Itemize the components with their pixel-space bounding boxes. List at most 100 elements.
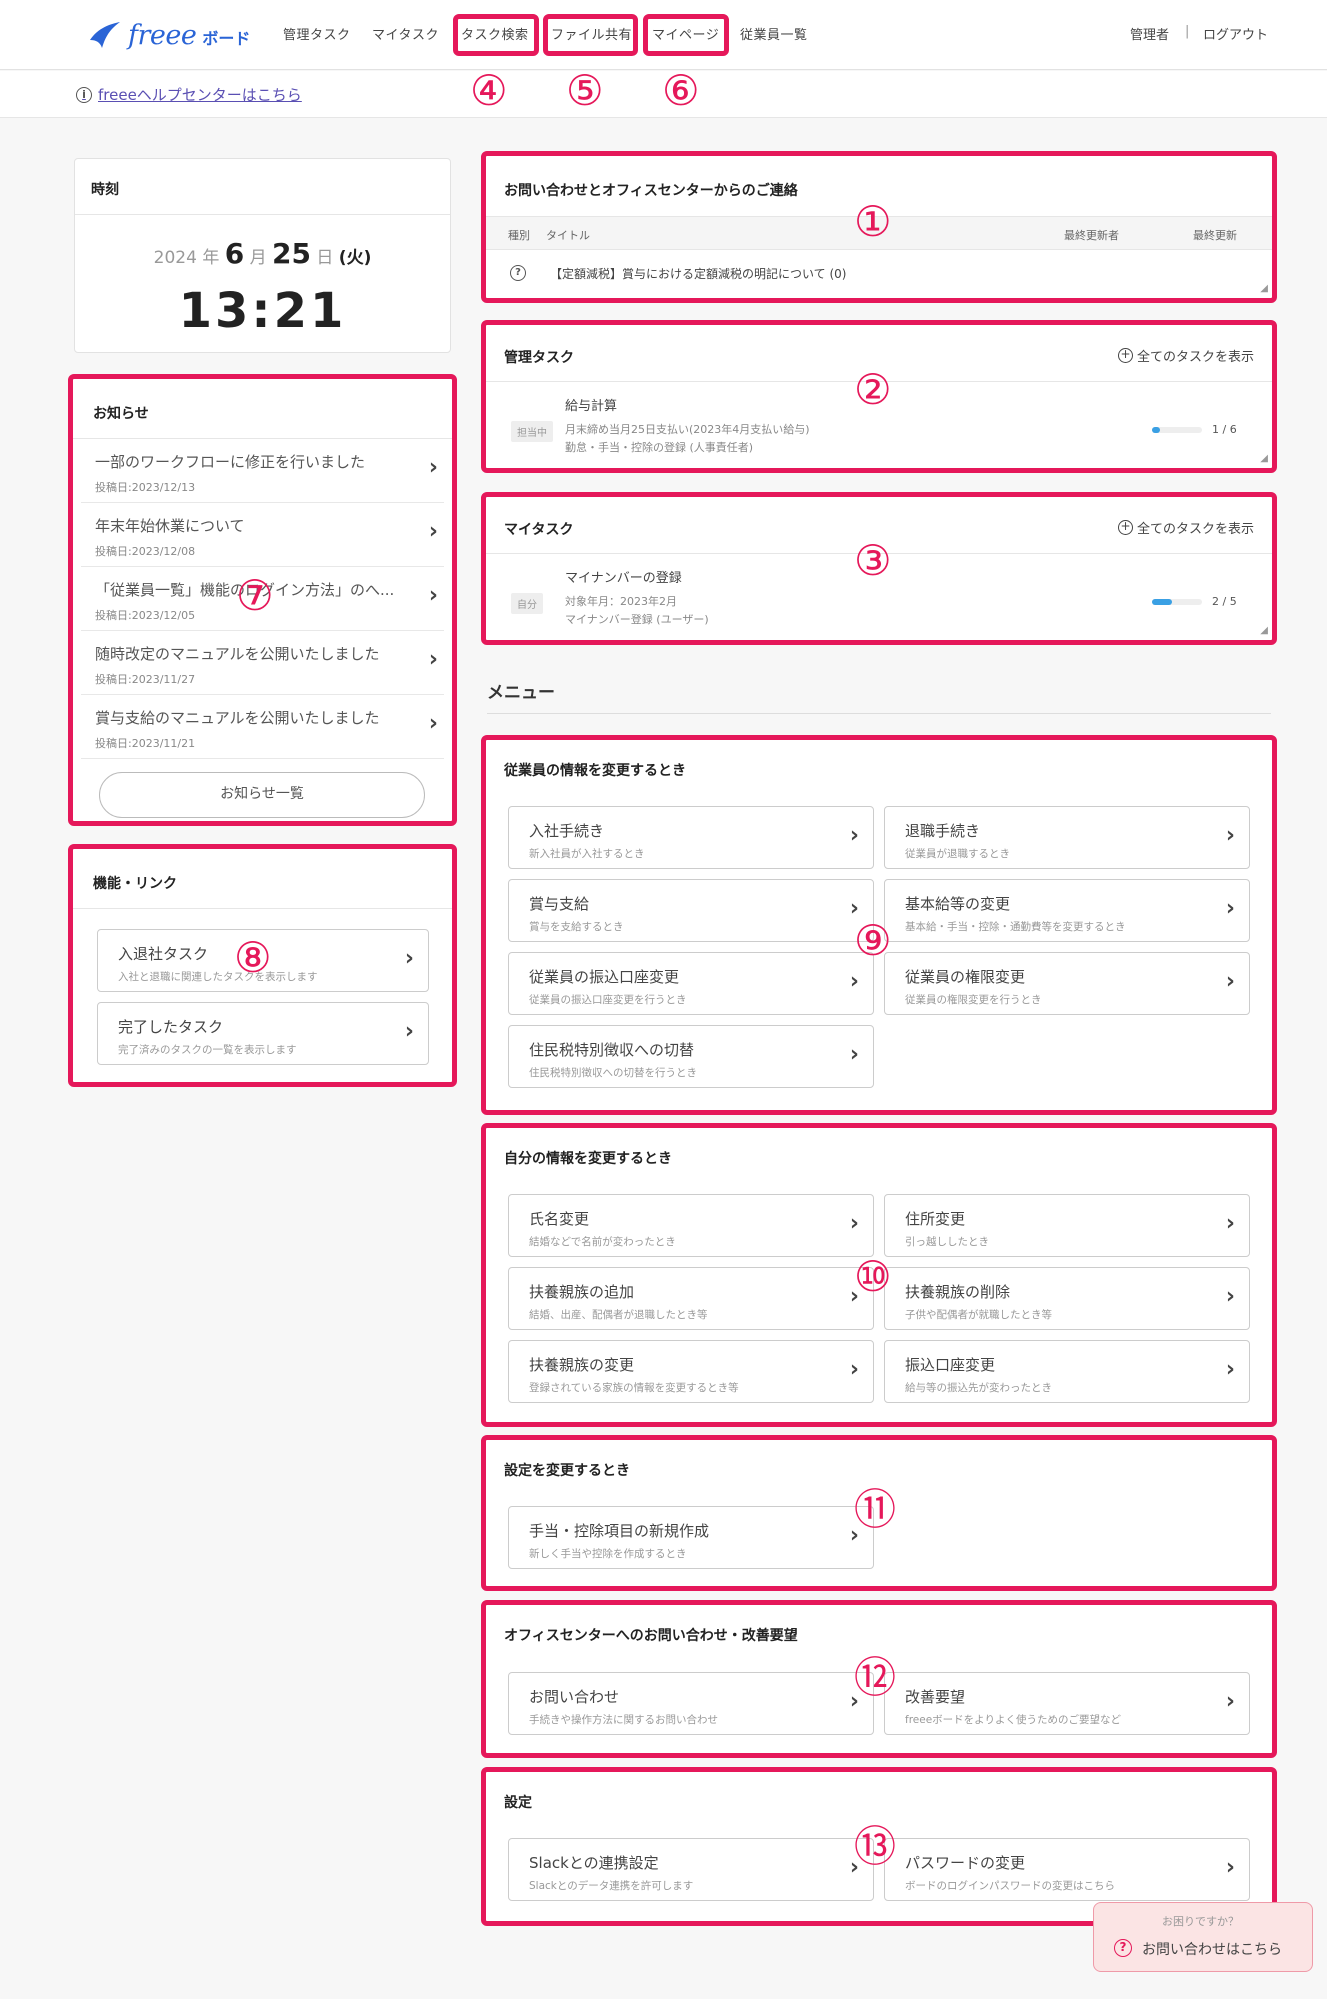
menu-item-new-allowance[interactable]: 手当・控除項目の新規作成 新しく手当や控除を作成するとき › — [508, 1506, 874, 1569]
chevron-right-icon: › — [1225, 1211, 1235, 1236]
nav-employee-list[interactable]: 従業員一覧 — [740, 24, 808, 43]
menu-item-retirement[interactable]: 退職手続き 従業員が退職するとき › — [884, 806, 1250, 869]
chevron-right-icon: › — [1225, 823, 1235, 848]
chevron-right-icon: › — [1225, 1357, 1235, 1382]
question-icon: ? — [1114, 1939, 1132, 1957]
resize-handle-icon[interactable]: ◢ — [1260, 283, 1268, 294]
menu-item-sub: 従業員の振込口座変更を行うとき — [529, 994, 687, 1006]
nav-task-search[interactable]: タスク検索 — [461, 24, 529, 43]
my-show-all-link[interactable]: + 全てのタスクを表示 — [1117, 518, 1254, 537]
menu-item-base-salary[interactable]: 基本給等の変更 基本給・手当・控除・通勤費等を変更するとき › — [884, 879, 1250, 942]
annotation-10: ⑩ — [854, 1252, 892, 1301]
chevron-right-icon: › — [849, 1357, 859, 1382]
menu-item-add-dependent[interactable]: 扶養親族の追加 結婚、出産、配偶者が退職したとき等 › — [508, 1267, 874, 1330]
chevron-right-icon: › — [404, 946, 414, 971]
menu-item-permissions[interactable]: 従業員の権限変更 従業員の権限変更を行うとき › — [884, 952, 1250, 1015]
menu-item-slack-integration[interactable]: Slackとの連携設定 Slackとのデータ連携を許可します › — [508, 1838, 874, 1901]
news-item[interactable]: 賞与支給のマニュアルを公開いたしました 投稿日:2023/11/21 › — [81, 695, 444, 759]
col-type: 種別 — [508, 229, 530, 242]
menu-item-title: 扶養親族の削除 — [905, 1283, 1011, 1301]
menu-item-sub: 従業員の権限変更を行うとき — [905, 994, 1042, 1006]
nav-my-tasks[interactable]: マイタスク — [372, 24, 439, 43]
menu-item-bonus[interactable]: 賞与支給 賞与を支給するとき › — [508, 879, 874, 942]
chevron-right-icon: › — [849, 1211, 859, 1236]
news-item-title: 随時改定のマニュアルを公開いたしました — [95, 645, 380, 663]
clock-dow: (火) — [338, 248, 372, 268]
nav-my-page[interactable]: マイページ — [652, 24, 719, 43]
help-center-link[interactable]: i freeeヘルプセンターはこちら — [76, 84, 302, 105]
menu-item-sub: 給与等の振込先が変わったとき — [905, 1382, 1052, 1394]
plus-circle-icon: + — [1117, 520, 1133, 535]
logout-link[interactable]: ログアウト — [1203, 24, 1268, 43]
news-title: お知らせ — [93, 406, 149, 422]
link-sub: 完了済みのタスクの一覧を表示します — [118, 1044, 297, 1056]
chevron-right-icon: › — [849, 1042, 859, 1067]
menu-item-sub: 子供や配偶者が就職したとき等 — [905, 1309, 1052, 1321]
nav-file-share[interactable]: ファイル共有 — [551, 24, 632, 43]
menu-item-sub: 新しく手当や控除を作成するとき — [529, 1548, 687, 1560]
col-title: タイトル — [546, 229, 590, 242]
menu-item-sub: 結婚、出産、配偶者が退職したとき等 — [529, 1309, 708, 1321]
menu-item-remove-dependent[interactable]: 扶養親族の削除 子供や配偶者が就職したとき等 › — [884, 1267, 1250, 1330]
task-progress-bar — [1152, 599, 1202, 605]
menu-item-improvement-request[interactable]: 改善要望 freeeボードをよりよく使うためのご要望など › — [884, 1672, 1250, 1735]
menu-item-employee-account[interactable]: 従業員の振込口座変更 従業員の振込口座変更を行うとき › — [508, 952, 874, 1015]
clock-month-unit: 月 — [249, 248, 267, 268]
annotation-3: ③ — [854, 536, 892, 585]
menu-item-sub: Slackとのデータ連携を許可します — [529, 1880, 694, 1892]
menu-item-onboarding[interactable]: 入社手続き 新入社員が入社するとき › — [508, 806, 874, 869]
news-item-date: 投稿日:2023/11/21 — [95, 737, 196, 750]
resize-handle-icon[interactable]: ◢ — [1260, 625, 1268, 636]
news-item[interactable]: 一部のワークフローに修正を行いました 投稿日:2023/12/13 › — [81, 439, 444, 503]
menu-heading: メニュー — [487, 683, 555, 703]
task-title[interactable]: マイナンバーの登録 — [565, 567, 682, 586]
chevron-right-icon: › — [1225, 896, 1235, 921]
link-sub: 入社と退職に関連したタスクを表示します — [118, 971, 318, 983]
menu-item-title: お問い合わせ — [529, 1688, 620, 1706]
menu-item-resident-tax[interactable]: 住民税特別徴収への切替 住民税特別徴収への切替を行うとき › — [508, 1025, 874, 1088]
freee-board-logo[interactable]: freee ボード — [88, 14, 250, 56]
section-title: 自分の情報を変更するとき — [504, 1151, 672, 1167]
clock-time: 13:21 — [178, 283, 347, 339]
chevron-right-icon: › — [1225, 1689, 1235, 1714]
menu-item-address-change[interactable]: 住所変更 引っ越ししたとき › — [884, 1194, 1250, 1257]
user-role: 管理者 — [1130, 28, 1170, 43]
task-status-badge: 自分 — [511, 593, 543, 614]
menu-divider — [487, 713, 1271, 714]
admin-show-all-link[interactable]: + 全てのタスクを表示 — [1117, 346, 1254, 365]
plus-circle-icon: + — [1117, 348, 1133, 363]
task-progress-ratio: 1 / 6 — [1212, 423, 1237, 436]
info-icon: i — [76, 86, 92, 103]
menu-item-password-change[interactable]: パスワードの変更 ボードのログインパスワードの変更はこちら › — [884, 1838, 1250, 1901]
menu-item-sub: 登録されている家族の情報を変更するとき等 — [529, 1382, 739, 1394]
chevron-right-icon: › — [1225, 969, 1235, 994]
nav-admin-tasks[interactable]: 管理タスク — [283, 24, 351, 43]
annotation-1: ① — [854, 197, 892, 246]
news-item[interactable]: 年末年始休業について 投稿日:2023/12/08 › — [81, 503, 444, 567]
task-title[interactable]: 給与計算 — [565, 395, 617, 414]
menu-item-change-dependent[interactable]: 扶養親族の変更登録されている家族の情報を変更するとき等 › — [508, 1340, 874, 1403]
admin-tasks-title: 管理タスク — [504, 350, 574, 366]
menu-item-sub: 基本給・手当・控除・通勤費等を変更するとき — [905, 921, 1126, 933]
resize-handle-icon[interactable]: ◢ — [1260, 453, 1268, 464]
news-list-button[interactable]: お知らせ一覧 — [99, 772, 425, 818]
task-status-badge: 担当中 — [511, 421, 553, 442]
menu-item-name-change[interactable]: 氏名変更 結婚などで名前が変わったとき › — [508, 1194, 874, 1257]
menu-item-sub: 従業員が退職するとき — [905, 848, 1010, 860]
section-title: 設定 — [504, 1795, 532, 1811]
menu-item-sub: 結婚などで名前が変わったとき — [529, 1236, 676, 1248]
chevron-right-icon: › — [428, 711, 438, 736]
menu-item-title: 扶養親族の変更 — [529, 1356, 635, 1374]
floating-help-button[interactable]: お困りですか？ ? お問い合わせはこちら — [1093, 1902, 1313, 1972]
link-title: 入退社タスク — [118, 945, 209, 963]
contact-row-title[interactable]: 【定額減税】賞与における定額減税の明記について (0) — [550, 265, 846, 282]
task-line2: マイナンバー登録 (ユーザー) — [565, 613, 709, 626]
menu-item-inquiry[interactable]: お問い合わせ 手続きや操作方法に関するお問い合わせ › — [508, 1672, 874, 1735]
help-prompt: お困りですか？ — [1162, 1915, 1239, 1928]
news-item[interactable]: 随時改定のマニュアルを公開いたしました 投稿日:2023/11/27 › — [81, 631, 444, 695]
clock-title: 時刻 — [91, 182, 119, 198]
menu-item-account-change[interactable]: 振込口座変更 給与等の振込先が変わったとき › — [884, 1340, 1250, 1403]
freee-bird-icon — [90, 22, 120, 48]
completed-task-link[interactable]: 完了したタスク 完了済みのタスクの一覧を表示します › — [97, 1002, 429, 1065]
clock-day: 25 — [272, 237, 311, 270]
